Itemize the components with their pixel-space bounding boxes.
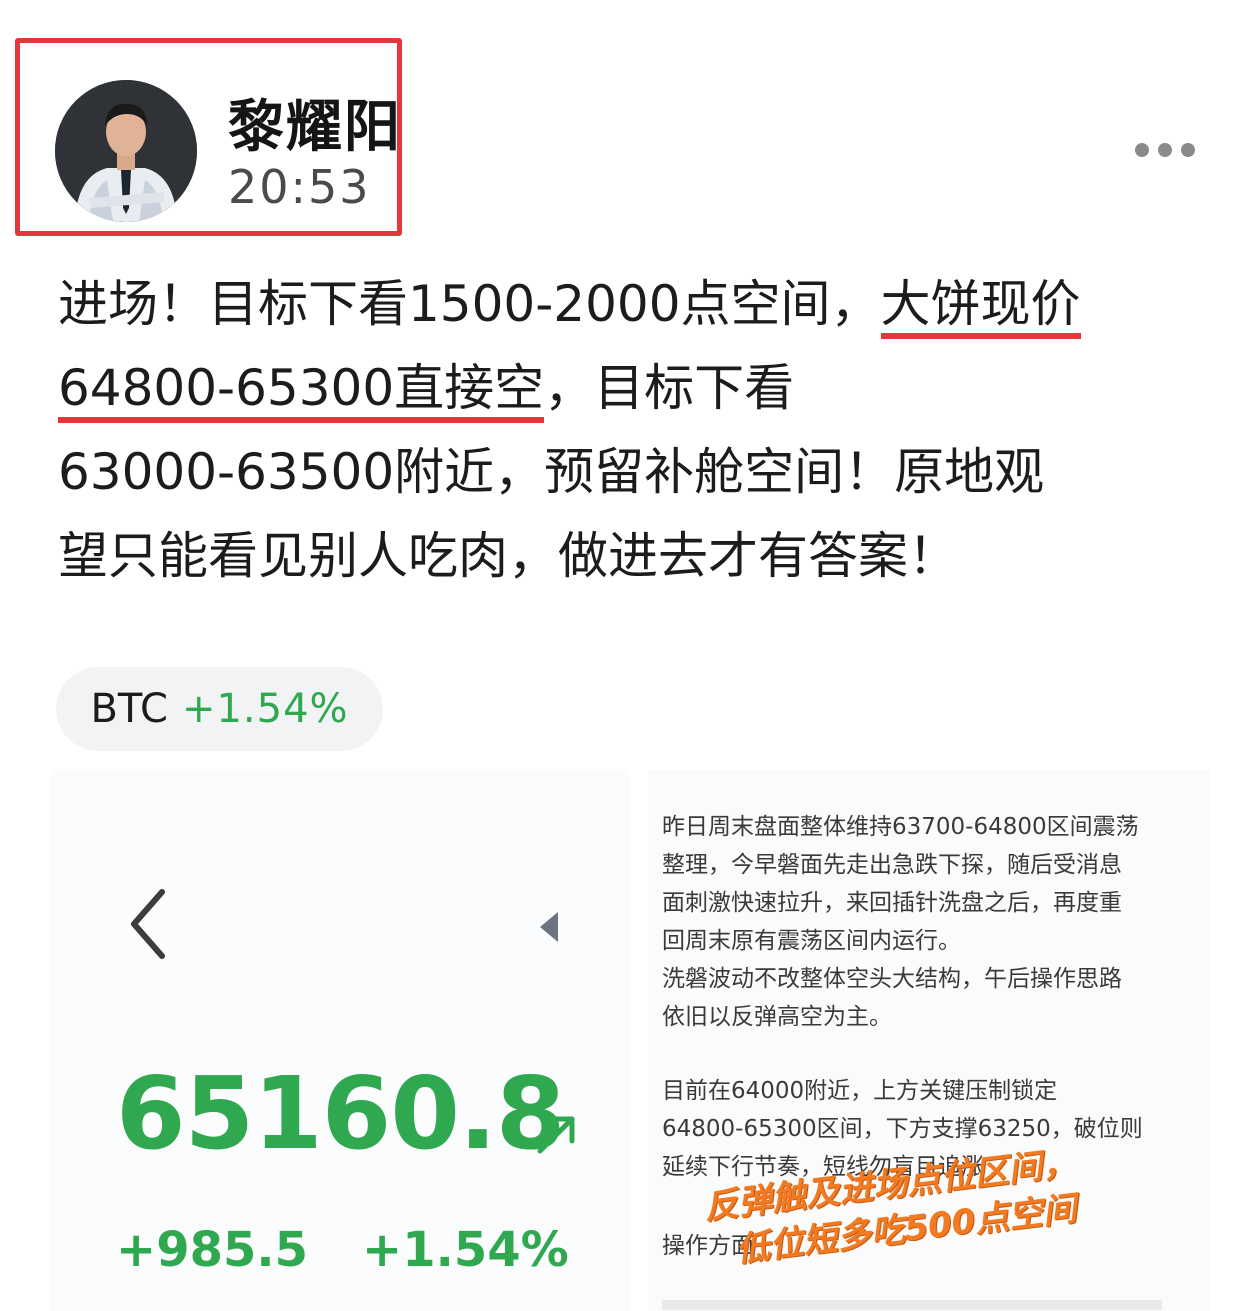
post-line-1: 进场！目标下看1500-2000点空间，大饼现价 <box>58 262 1208 346</box>
highlighted-text: 大饼现价 <box>880 275 1081 339</box>
ticker-change: +1.54% <box>181 686 349 732</box>
more-dot <box>1181 143 1195 157</box>
analysis-line: 昨日周末盘面整体维持63700-64800区间震荡 <box>662 814 1139 840</box>
author-name[interactable]: 黎耀阳 <box>228 82 402 163</box>
analysis-line: 64800-65300区间，下方支撑63250，破位则 <box>662 1116 1143 1142</box>
analysis-panel: 昨日周末盘面整体维持63700-64800区间震荡 整理，今早磐面先走出急跌下探… <box>648 770 1210 1311</box>
analysis-line: 面刺激快速拉升，来回插针洗盘之后，再度重 <box>662 890 1122 916</box>
post-line-2: 64800-65300直接空，目标下看 <box>58 346 1208 430</box>
post-line-3: 63000-63500附近，预留补舱空间！原地观 <box>58 443 1045 501</box>
avatar[interactable] <box>55 80 197 222</box>
analysis-line: 洗磐波动不改整体空头大结构，午后操作思路 <box>662 966 1122 992</box>
cropped-text-line <box>662 1300 1162 1310</box>
post-segment: ，目标下看 <box>544 359 795 417</box>
highlighted-text: 64800-65300直接空 <box>58 359 545 423</box>
more-dot <box>1158 143 1172 157</box>
price-change-pct: +1.54% <box>362 1222 569 1278</box>
chevron-left-icon <box>131 889 165 959</box>
more-dots-icon[interactable] <box>1125 130 1205 170</box>
post-time: 20:53 <box>228 160 371 214</box>
post-segment: 进场！目标下看1500-2000点空间， <box>58 275 881 333</box>
price-panel: 65160.8 +985.5 +1.54% <box>50 770 630 1311</box>
analysis-text: 昨日周末盘面整体维持63700-64800区间震荡 整理，今早磐面先走出急跌下探… <box>662 808 1202 1186</box>
analysis-line: 回周末原有震荡区间内运行。 <box>662 928 961 954</box>
analysis-line: 目前在64000附近，上方关键压制锁定 <box>662 1078 1058 1104</box>
analysis-line: 依旧以反弹高空为主。 <box>662 1004 892 1030</box>
post-text: 进场！目标下看1500-2000点空间，大饼现价 64800-65300直接空，… <box>58 262 1208 598</box>
big-price: 65160.8 <box>116 1055 565 1172</box>
arrow-up-right-icon <box>537 1116 575 1154</box>
ticker-tag[interactable]: BTC +1.54% <box>56 667 383 751</box>
embedded-screenshot[interactable]: 65160.8 +985.5 +1.54% 昨日周末盘面整体维持63700-64… <box>50 770 1210 1311</box>
post-line-4: 望只能看见别人吃肉，做进去才有答案！ <box>58 527 958 585</box>
caret-left-icon <box>540 912 558 942</box>
more-dot <box>1135 143 1149 157</box>
price-change-abs: +985.5 <box>116 1222 309 1278</box>
ticker-symbol: BTC <box>90 686 168 732</box>
analysis-line: 整理，今早磐面先走出急跌下探，随后受消息 <box>662 852 1122 878</box>
